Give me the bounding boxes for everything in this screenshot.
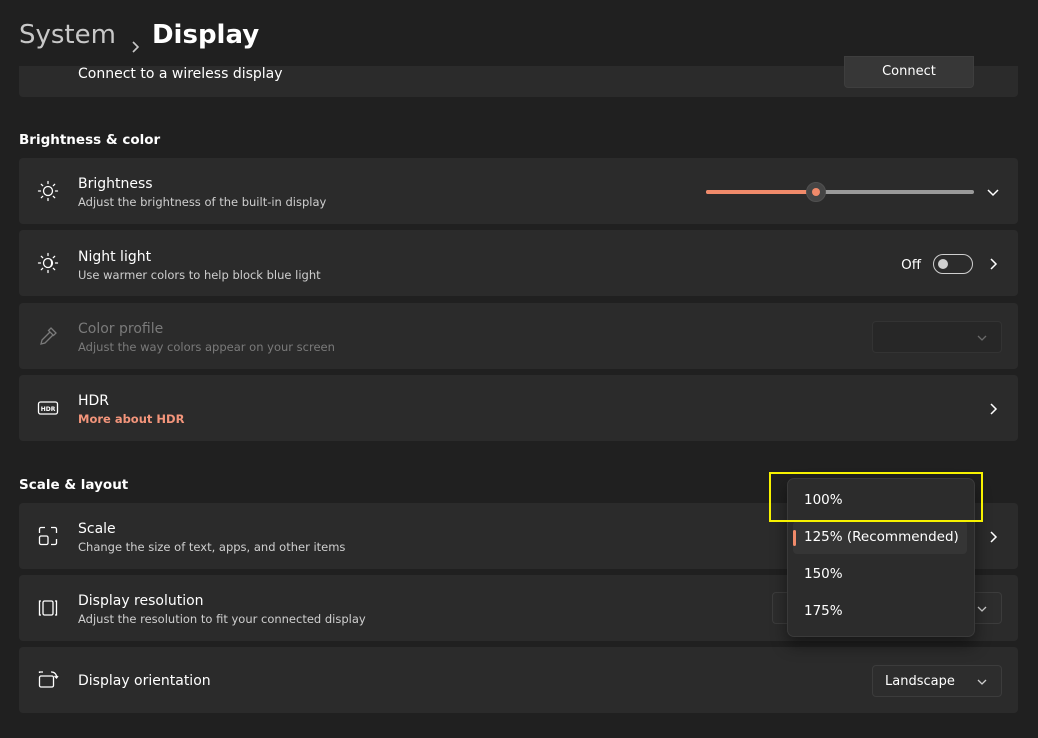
scale-option-125[interactable]: 125% (Recommended) xyxy=(793,521,967,554)
color-profile-subtitle: Adjust the way colors appear on your scr… xyxy=(78,340,335,354)
chevron-down-icon xyxy=(975,602,989,616)
display-orientation-select[interactable]: Landscape xyxy=(872,665,1002,697)
chevron-down-icon[interactable] xyxy=(986,185,1000,199)
display-orientation-card: Display orientation Landscape xyxy=(19,647,1018,713)
scale-option-150[interactable]: 150% xyxy=(793,558,967,591)
scale-option-125-label: 125% (Recommended) xyxy=(804,529,959,545)
chevron-right-icon[interactable] xyxy=(986,402,1000,416)
brightness-title: Brightness xyxy=(78,176,153,192)
night-light-state: Off xyxy=(901,257,921,273)
display-resolution-title: Display resolution xyxy=(78,593,204,609)
sun-icon xyxy=(37,180,59,202)
display-orientation-title: Display orientation xyxy=(78,673,211,689)
night-light-icon xyxy=(37,252,59,274)
hdr-icon: HDR xyxy=(37,397,59,419)
chevron-right-icon[interactable] xyxy=(986,530,1000,544)
selected-indicator xyxy=(793,530,796,546)
eyedropper-icon xyxy=(37,325,59,347)
color-profile-card: Color profile Adjust the way colors appe… xyxy=(19,303,1018,369)
hdr-title: HDR xyxy=(78,393,110,409)
scale-subtitle: Change the size of text, apps, and other… xyxy=(78,540,346,554)
toggle-knob xyxy=(938,259,948,269)
highlight-box xyxy=(769,472,983,522)
color-profile-select xyxy=(872,321,1002,353)
resolution-icon xyxy=(37,597,59,619)
brightness-slider[interactable] xyxy=(706,182,974,202)
breadcrumb-system[interactable]: System xyxy=(19,20,116,50)
section-scale-layout: Scale & layout xyxy=(19,477,129,493)
wireless-display-label: Connect to a wireless display xyxy=(78,66,283,82)
scale-option-175[interactable]: 175% xyxy=(793,595,967,628)
color-profile-title: Color profile xyxy=(78,321,164,337)
chevron-right-icon xyxy=(128,29,142,53)
brightness-subtitle: Adjust the brightness of the built-in di… xyxy=(78,195,327,209)
chevron-down-icon xyxy=(975,331,989,345)
night-light-toggle[interactable] xyxy=(933,254,973,274)
page-title: Display xyxy=(151,20,260,50)
night-light-title: Night light xyxy=(78,249,152,265)
chevron-right-icon[interactable] xyxy=(986,257,1000,271)
brightness-slider-fill xyxy=(706,190,816,194)
orientation-icon xyxy=(37,669,59,691)
hdr-more-link[interactable]: More about HDR xyxy=(78,412,184,426)
hdr-card[interactable]: HDR HDR More about HDR xyxy=(19,375,1018,441)
display-resolution-subtitle: Adjust the resolution to fit your connec… xyxy=(78,612,366,626)
chevron-down-icon xyxy=(975,675,989,689)
breadcrumb: System Display xyxy=(19,18,260,53)
display-orientation-value: Landscape xyxy=(885,674,955,689)
section-brightness-color: Brightness & color xyxy=(19,132,161,148)
svg-text:HDR: HDR xyxy=(41,406,56,413)
brightness-card: Brightness Adjust the brightness of the … xyxy=(19,158,1018,224)
night-light-card[interactable]: Night light Use warmer colors to help bl… xyxy=(19,230,1018,296)
scale-icon xyxy=(37,525,59,547)
brightness-slider-thumb[interactable] xyxy=(805,182,826,202)
scale-title: Scale xyxy=(78,521,116,537)
connect-button[interactable]: Connect xyxy=(844,56,974,88)
wireless-display-card: Connect to a wireless display Connect xyxy=(19,56,1018,97)
night-light-subtitle: Use warmer colors to help block blue lig… xyxy=(78,268,321,282)
